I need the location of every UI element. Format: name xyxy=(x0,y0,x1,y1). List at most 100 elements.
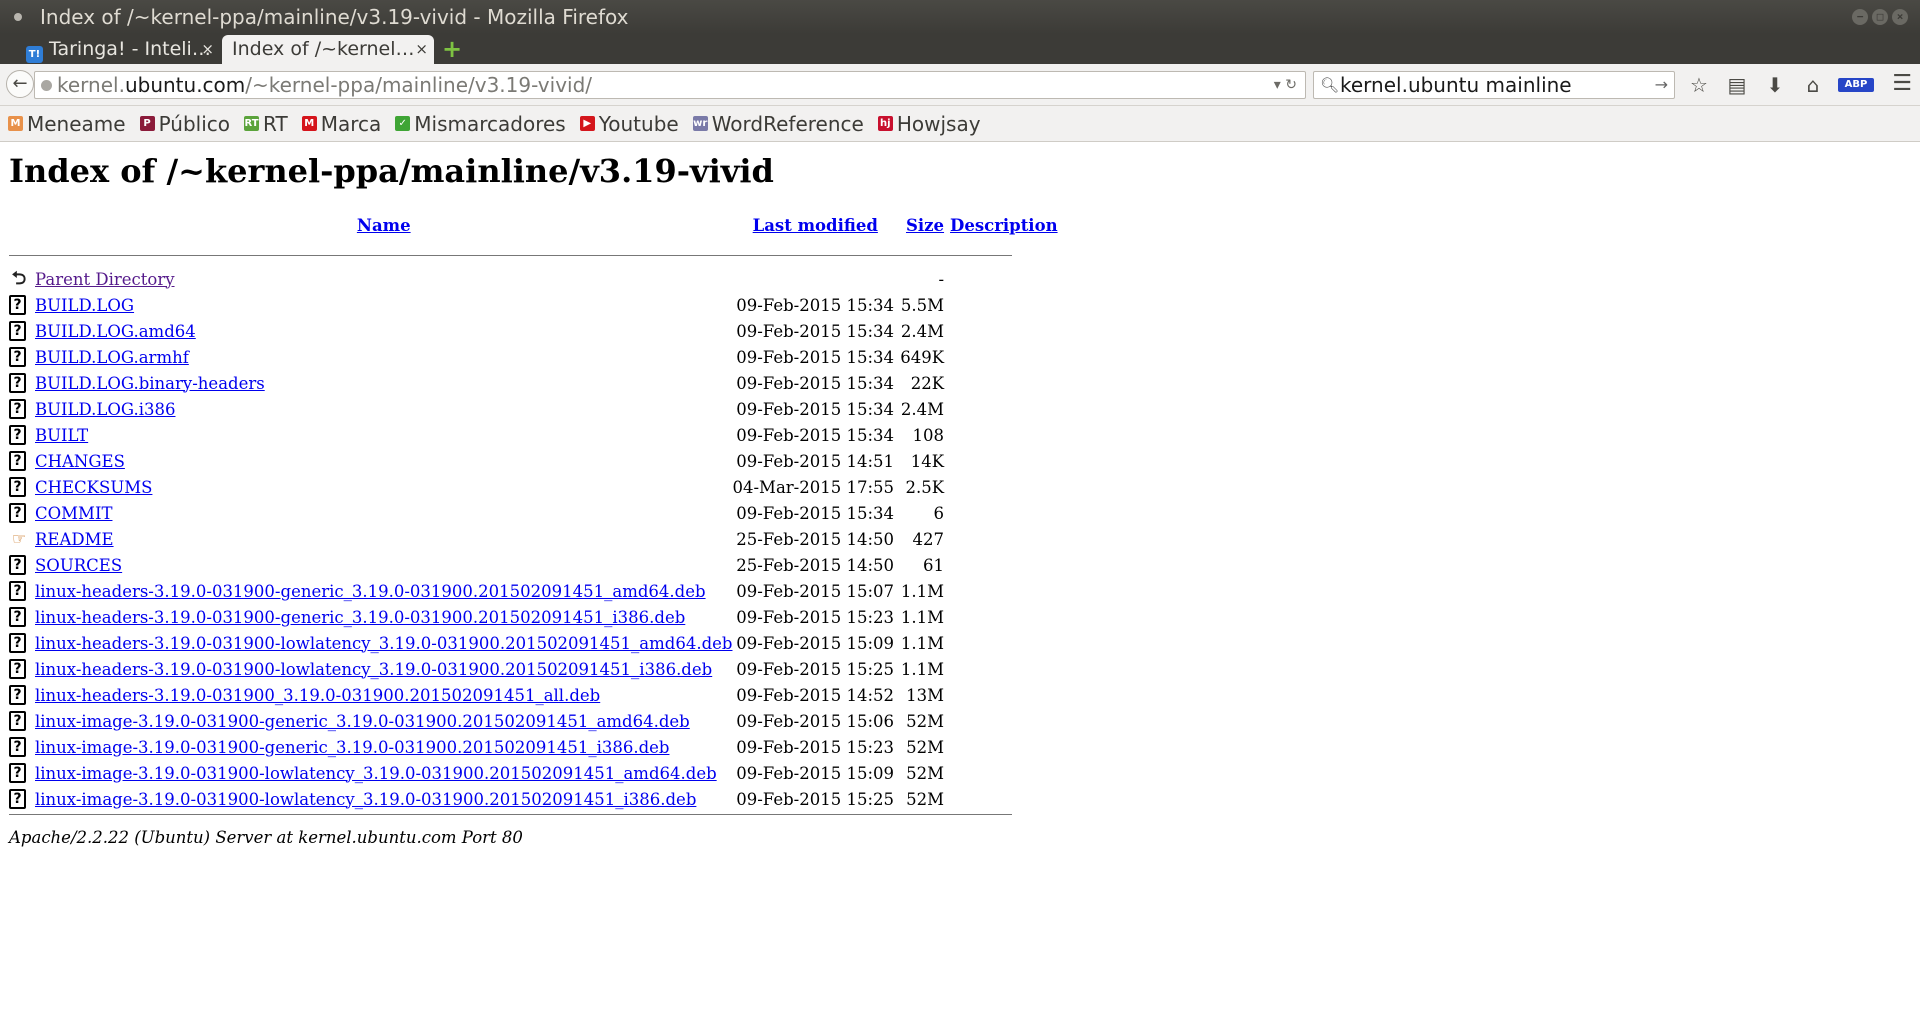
description-cell xyxy=(944,448,1058,474)
home-icon[interactable]: ⌂ xyxy=(1800,73,1826,97)
file-link[interactable]: BUILD.LOG.binary-headers xyxy=(35,374,265,393)
bookmark-youtube[interactable]: ▶ Youtube xyxy=(579,111,679,136)
search-icon: 🔍︎ xyxy=(1320,76,1340,94)
table-row: ? BUILD.LOG.i386 09-Feb-2015 15:34 2.4M xyxy=(9,396,1058,422)
file-link[interactable]: BUILD.LOG.armhf xyxy=(35,348,189,367)
server-signature: Apache/2.2.22 (Ubuntu) Server at kernel.… xyxy=(9,828,523,847)
bookmark-favicon-icon: ✓ xyxy=(395,116,411,131)
minimize-button[interactable]: − xyxy=(1852,9,1868,25)
tab-index-of[interactable]: Index of /~kernel… × xyxy=(222,35,434,64)
size-cell: 2.5K xyxy=(905,477,945,497)
close-window-button[interactable]: × xyxy=(1892,9,1908,25)
maximize-button[interactable]: □ xyxy=(1872,9,1888,25)
file-link[interactable]: linux-image-3.19.0-031900-lowlatency_3.1… xyxy=(35,764,717,783)
table-row: ? linux-headers-3.19.0-031900-generic_3.1… xyxy=(9,604,1058,630)
reading-list-icon[interactable]: ▤ xyxy=(1724,73,1750,97)
file-link[interactable]: linux-headers-3.19.0-031900-generic_3.19… xyxy=(35,608,685,627)
header-divider xyxy=(9,255,1012,256)
unknown-file-icon: ? xyxy=(9,737,26,758)
file-link[interactable]: linux-headers-3.19.0-031900-lowlatency_3… xyxy=(35,660,712,679)
bookmark-label: WordReference xyxy=(711,111,864,136)
adblock-icon[interactable]: ABP xyxy=(1838,78,1874,92)
modified-cell xyxy=(732,266,898,292)
bookmark-label: Youtube xyxy=(598,111,679,136)
modified-cell: 09-Feb-2015 15:34 xyxy=(736,321,895,341)
table-row: ? linux-headers-3.19.0-031900-generic_3.1… xyxy=(9,578,1058,604)
table-row: ? SOURCES 25-Feb-2015 14:50 61 xyxy=(9,552,1058,578)
description-cell xyxy=(944,266,1058,292)
sort-by-size-link[interactable]: Size xyxy=(906,216,944,235)
back-button[interactable]: ← xyxy=(6,70,34,98)
file-link[interactable]: README xyxy=(35,530,114,549)
table-row: ? BUILT 09-Feb-2015 15:34 108 xyxy=(9,422,1058,448)
modified-cell: 25-Feb-2015 14:50 xyxy=(736,529,895,549)
tab-taringa[interactable]: T! Taringa! - Inteli… × xyxy=(14,35,220,64)
modified-cell: 25-Feb-2015 14:50 xyxy=(736,555,895,575)
tab-close-icon[interactable]: × xyxy=(415,35,428,64)
file-link[interactable]: BUILT xyxy=(35,426,88,445)
directory-listing: Name Last modified Size Description ⮌ Pa… xyxy=(9,210,1058,812)
bookmark-favicon-icon: RT xyxy=(244,116,260,131)
modified-cell: 09-Feb-2015 15:07 xyxy=(736,581,895,601)
file-link[interactable]: BUILD.LOG.i386 xyxy=(35,400,175,419)
sort-by-modified-link[interactable]: Last modified xyxy=(753,216,878,235)
size-cell: 61 xyxy=(923,555,945,575)
size-cell: 2.4M xyxy=(900,321,945,341)
unknown-file-icon: ? xyxy=(9,477,26,498)
window-menu-icon[interactable] xyxy=(14,13,22,21)
size-cell: 108 xyxy=(912,425,945,445)
file-link[interactable]: COMMIT xyxy=(35,504,112,523)
search-go-icon[interactable]: → xyxy=(1655,72,1668,98)
description-cell xyxy=(944,552,1058,578)
url-path: /~kernel-ppa/mainline/v3.19-vivid/ xyxy=(245,73,593,97)
bookmark-label: Marca xyxy=(320,111,382,136)
file-link[interactable]: linux-headers-3.19.0-031900_3.19.0-03190… xyxy=(35,686,600,705)
file-link[interactable]: CHANGES xyxy=(35,452,125,471)
unknown-file-icon: ? xyxy=(9,503,26,524)
parent-directory-link[interactable]: Parent Directory xyxy=(35,270,175,289)
file-link[interactable]: linux-image-3.19.0-031900-lowlatency_3.1… xyxy=(35,790,696,809)
tab-label: Taringa! - Inteli… xyxy=(49,38,211,60)
menu-icon[interactable]: ☰ xyxy=(1892,72,1912,96)
file-link[interactable]: BUILD.LOG xyxy=(35,296,134,315)
window-controls: − □ × xyxy=(1852,9,1908,25)
size-cell: 649K xyxy=(900,347,945,367)
unknown-file-icon: ? xyxy=(9,347,26,368)
file-link[interactable]: linux-image-3.19.0-031900-generic_3.19.0… xyxy=(35,712,690,731)
bookmark-rt[interactable]: RT RT xyxy=(244,112,288,136)
star-icon[interactable]: ☆ xyxy=(1686,73,1712,97)
navigation-toolbar: ← kernel.ubuntu.com/~kernel-ppa/mainline… xyxy=(0,64,1920,106)
new-tab-icon[interactable]: + xyxy=(442,34,462,64)
bookmark-marca[interactable]: M Marca xyxy=(301,111,382,136)
bookmark-wordreference[interactable]: wr WordReference xyxy=(692,111,864,136)
site-identity-icon[interactable] xyxy=(41,80,52,91)
file-link[interactable]: linux-headers-3.19.0-031900-lowlatency_3… xyxy=(35,634,732,653)
file-link[interactable]: SOURCES xyxy=(35,556,122,575)
reload-icon[interactable]: ▾ ↻ xyxy=(1274,72,1297,98)
size-cell: 13M xyxy=(906,685,945,705)
bookmark-mismarcadores[interactable]: ✓ Mismarcadores xyxy=(395,111,566,136)
size-cell: 2.4M xyxy=(900,399,945,419)
size-cell: 52M xyxy=(906,711,945,731)
sort-by-name-link[interactable]: Name xyxy=(357,216,411,235)
sort-by-description-link[interactable]: Description xyxy=(950,216,1058,235)
description-cell xyxy=(944,682,1058,708)
unknown-file-icon: ? xyxy=(9,633,26,654)
modified-cell: 09-Feb-2015 15:34 xyxy=(736,503,895,523)
download-icon[interactable]: ⬇ xyxy=(1762,73,1788,97)
url-bar[interactable]: kernel.ubuntu.com/~kernel-ppa/mainline/v… xyxy=(34,71,1306,99)
unknown-file-icon: ? xyxy=(9,763,26,784)
bookmark-público[interactable]: P Público xyxy=(139,112,230,136)
table-row: ⮌ Parent Directory - xyxy=(9,266,1058,292)
file-link[interactable]: linux-image-3.19.0-031900-generic_3.19.0… xyxy=(35,738,669,757)
tab-close-icon[interactable]: × xyxy=(201,35,214,64)
bookmark-meneame[interactable]: M Meneame xyxy=(8,112,126,136)
bookmark-howjsay[interactable]: hj Howjsay xyxy=(877,112,981,136)
file-link[interactable]: BUILD.LOG.amd64 xyxy=(35,322,196,341)
table-row: ? linux-headers-3.19.0-031900-lowlatency_… xyxy=(9,630,1058,656)
file-link[interactable]: linux-headers-3.19.0-031900-generic_3.19… xyxy=(35,582,706,601)
search-input[interactable]: 🔍︎ kernel.ubuntu mainline → xyxy=(1313,71,1675,99)
table-row: ? BUILD.LOG.amd64 09-Feb-2015 15:34 2.4M xyxy=(9,318,1058,344)
file-link[interactable]: CHECKSUMS xyxy=(35,478,152,497)
bookmark-label: Mismarcadores xyxy=(414,111,566,136)
